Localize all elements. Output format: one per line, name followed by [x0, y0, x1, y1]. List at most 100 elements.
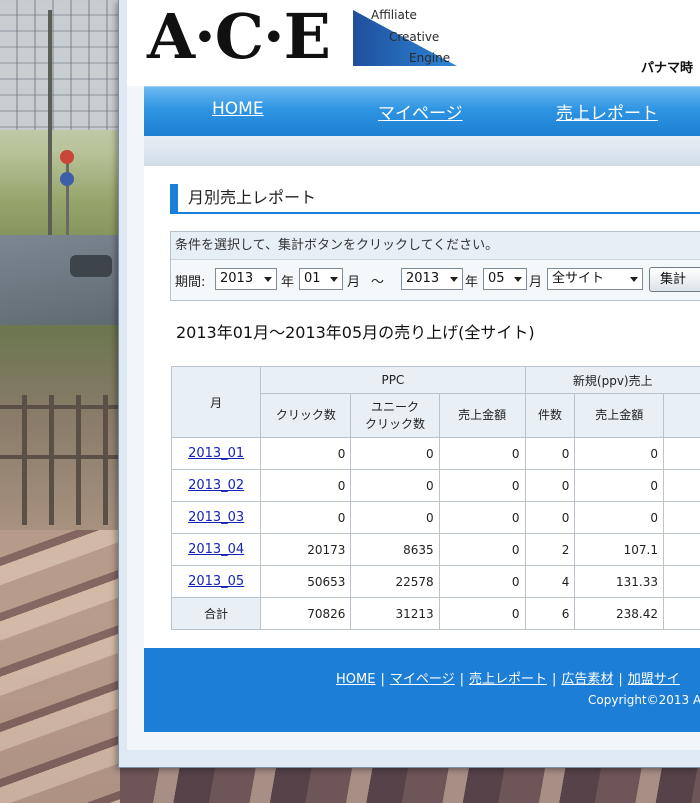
footer-ad-materials-link[interactable]: 広告素材	[561, 672, 613, 687]
logo-tagline-creative: Creative	[389, 30, 440, 44]
end-year-value: 2013	[406, 271, 440, 286]
cell-new-sales: 0	[574, 469, 664, 502]
wallpaper-railing	[0, 395, 120, 525]
site-select[interactable]: 全サイト	[547, 268, 643, 290]
filter-hint: 条件を選択して、集計ボタンをクリックしてください。	[171, 232, 700, 260]
table-row: 2013_02 0 0 0 0 0	[170, 469, 700, 502]
site-value: 全サイト	[552, 271, 605, 286]
chevron-down-icon	[264, 277, 272, 282]
cell-unique: 22578	[350, 565, 440, 598]
footer-member-site-link[interactable]: 加盟サイ	[628, 672, 680, 687]
cell-clicks: 0	[260, 501, 352, 534]
chevron-down-icon	[450, 277, 458, 282]
header-new-sales: 売上金額	[574, 393, 664, 438]
table-total-row: 合計 70826 31213 0 6 238.42	[170, 597, 700, 630]
month-link[interactable]: 2013_05	[188, 574, 244, 589]
table-row: 2013_04 20173 8635 0 2 107.1	[170, 533, 700, 566]
total-unique: 31213	[350, 597, 440, 630]
month-link[interactable]: 2013_02	[188, 478, 244, 493]
header-unique-line2: クリック数	[365, 416, 426, 431]
footer-separator: |	[552, 672, 557, 687]
cell-new-sales: 0	[574, 501, 664, 534]
end-year-select[interactable]: 2013	[401, 268, 463, 290]
copyright: Copyright©2013 A	[588, 693, 700, 707]
header-clicks: クリック数	[260, 393, 352, 438]
table-row: 2013_01 0 0 0 0 0	[170, 437, 700, 470]
footer-sales-report-link[interactable]: 売上レポート	[469, 672, 547, 687]
month-link[interactable]: 2013_03	[188, 510, 244, 525]
footer-separator: |	[459, 672, 464, 687]
footer-mypage-link[interactable]: マイページ	[390, 672, 455, 687]
chevron-down-icon	[330, 277, 338, 282]
header-count: 件数	[524, 393, 576, 438]
site-footer: HOME | マイページ | 売上レポート | 広告素材 | 加盟サイ Copyright©20…	[144, 648, 700, 732]
start-month-select[interactable]: 01	[299, 268, 343, 290]
header-sales: 売上金額	[438, 393, 526, 438]
cell-clicks: 20173	[260, 533, 352, 566]
range-separator: ～	[371, 275, 385, 290]
total-sales: 0	[438, 597, 526, 630]
cell-clicks: 0	[260, 437, 352, 470]
nav-sales-report-link[interactable]: 売上レポート	[556, 99, 658, 124]
report-title: 2013年01月～2013年05月の売り上げ(全サイト)	[176, 323, 535, 342]
total-new-sales: 238.42	[574, 597, 664, 630]
aggregate-button[interactable]: 集計	[649, 267, 700, 292]
site-header: A·C·E Affiliate Creative Engine パナマ時	[127, 0, 700, 86]
cell-overflow	[663, 565, 700, 598]
end-month-unit: 月	[529, 275, 543, 290]
cell-new-sales: 0	[574, 437, 664, 470]
cell-new-sales: 107.1	[574, 533, 664, 566]
wallpaper-road	[0, 235, 120, 325]
cell-count: 2	[524, 533, 576, 566]
month-link[interactable]: 2013_01	[188, 446, 244, 461]
cell-count: 0	[524, 469, 576, 502]
wallpaper-sign-red	[60, 150, 74, 164]
start-year-select[interactable]: 2013	[215, 268, 277, 290]
wallpaper-car	[70, 255, 112, 277]
logo-tagline-engine: Engine	[409, 51, 451, 65]
cell-unique: 0	[350, 437, 440, 470]
nav-subbar	[144, 136, 700, 166]
header-group-ppc: PPC	[260, 366, 526, 394]
cell-clicks: 50653	[260, 565, 352, 598]
cell-overflow	[663, 533, 700, 566]
total-label: 合計	[170, 597, 262, 630]
sales-table: 月 PPC 新規(ppv)売上 クリック数 ユニーク クリック数 売上金額 件数 …	[170, 366, 700, 630]
cell-sales: 0	[438, 437, 526, 470]
main-nav: HOME マイページ 売上レポート	[144, 86, 700, 136]
end-month-select[interactable]: 05	[483, 268, 527, 290]
wallpaper-stairs	[0, 530, 120, 803]
header-overflow	[663, 393, 700, 438]
header-unique-clicks: ユニーク クリック数	[350, 393, 440, 438]
month-link[interactable]: 2013_04	[188, 542, 244, 557]
cell-count: 4	[524, 565, 576, 598]
logo-wordmark[interactable]: A·C·E	[147, 2, 331, 72]
browser-window: A·C·E Affiliate Creative Engine パナマ時 HOM…	[118, 0, 700, 768]
header-group-new: 新規(ppv)売上	[524, 366, 700, 394]
table-row: 2013_05 50653 22578 0 4 131.33	[170, 565, 700, 598]
cell-unique: 0	[350, 501, 440, 534]
cell-unique: 0	[350, 469, 440, 502]
footer-separator: |	[380, 672, 385, 687]
main-content: 月別売上レポート 条件を選択して、集計ボタンをクリックしてください。 期間: 2…	[144, 166, 700, 648]
table-row: 2013_03 0 0 0 0 0	[170, 501, 700, 534]
start-month-unit: 月	[347, 275, 361, 290]
nav-home-link[interactable]: HOME	[212, 99, 264, 119]
cell-overflow	[663, 437, 700, 470]
filter-panel: 条件を選択して、集計ボタンをクリックしてください。 期間: 2013 年 01 …	[170, 231, 700, 301]
nav-mypage-link[interactable]: マイページ	[378, 99, 463, 124]
chevron-down-icon	[514, 277, 522, 282]
total-clicks: 70826	[260, 597, 352, 630]
cell-clicks: 0	[260, 469, 352, 502]
user-name: パナマ時	[641, 61, 694, 76]
footer-links: HOME | マイページ | 売上レポート | 広告素材 | 加盟サイ	[336, 668, 680, 687]
cell-overflow	[663, 597, 700, 630]
end-month-value: 05	[488, 271, 505, 286]
footer-home-link[interactable]: HOME	[336, 672, 375, 687]
start-year-unit: 年	[281, 275, 295, 290]
header-unique-line1: ユニーク	[371, 399, 420, 414]
end-year-unit: 年	[465, 275, 479, 290]
cell-sales: 0	[438, 501, 526, 534]
section-title: 月別売上レポート	[170, 184, 700, 214]
cell-sales: 0	[438, 565, 526, 598]
